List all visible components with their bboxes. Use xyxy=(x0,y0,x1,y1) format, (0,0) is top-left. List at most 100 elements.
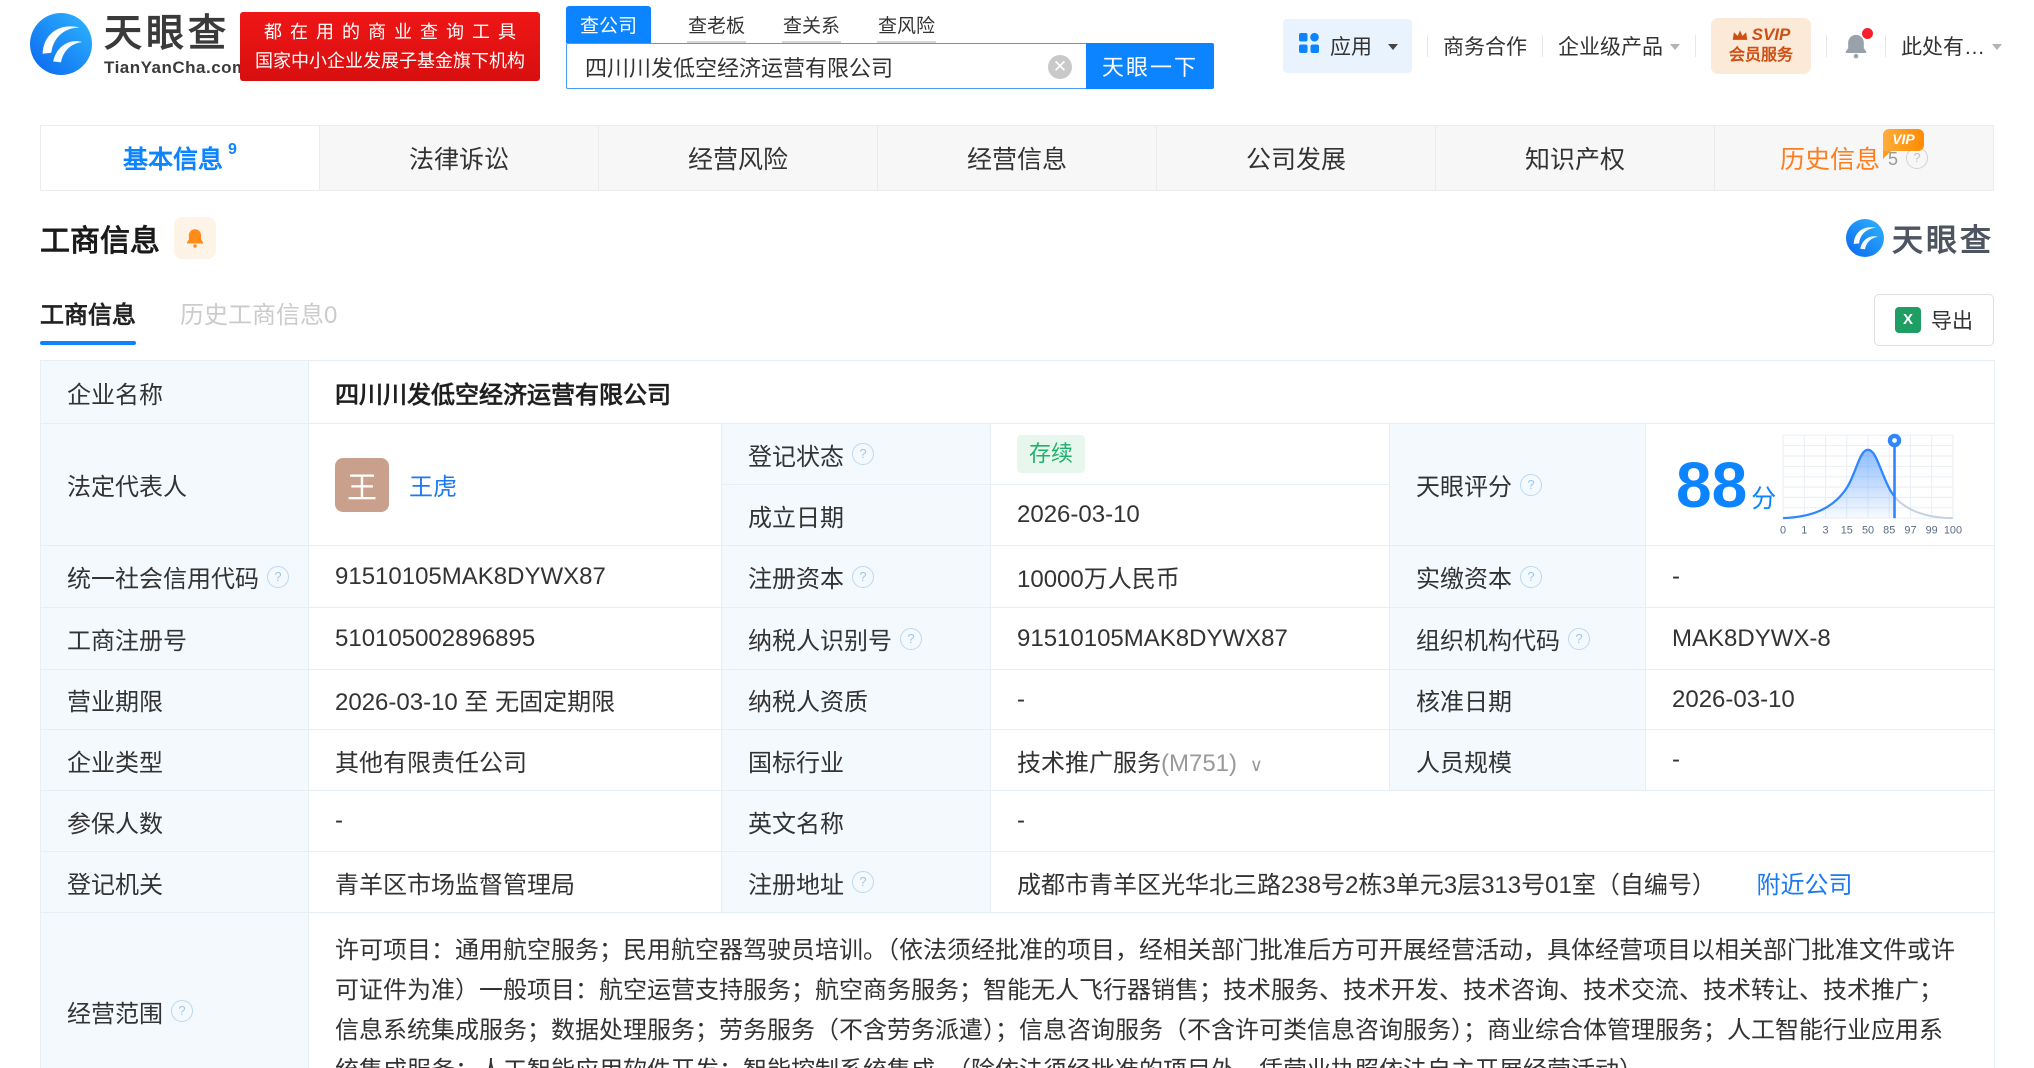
slogan-line1: 都在用的商业查询工具 xyxy=(264,21,524,42)
help-icon[interactable]: ? xyxy=(852,871,874,893)
search-tab-company[interactable]: 查公司 xyxy=(566,6,652,43)
table-row: 参保人数 - 英文名称 - xyxy=(40,790,1996,852)
tianyan-score: 88 分 0 1 3 15 50 85 97 99 100 xyxy=(1672,427,1994,543)
clear-search-icon[interactable]: ✕ xyxy=(1048,55,1072,79)
apps-menu-button[interactable]: 应用 xyxy=(1283,19,1412,73)
logo-title: 天眼查 xyxy=(104,13,231,56)
nav-business-cooperation[interactable]: 商务合作 xyxy=(1443,31,1527,61)
site-header: 天眼查 TianYanCha.com 都在用的商业查询工具 国家中小企业发展子基… xyxy=(0,0,2034,92)
english-name-label: 英文名称 xyxy=(721,790,991,852)
help-icon[interactable]: ? xyxy=(171,1000,193,1022)
legal-rep-link[interactable]: 王虎 xyxy=(409,467,457,502)
slogan-line2: 国家中小企业发展子基金旗下机构 xyxy=(255,50,525,71)
help-icon[interactable]: ? xyxy=(1520,473,1542,496)
help-icon[interactable]: ? xyxy=(1568,627,1590,650)
reg-capital-label: 注册资本? xyxy=(721,545,991,608)
industry: 技术推广服务(M751) ∨ xyxy=(990,729,1390,791)
export-button[interactable]: X 导出 xyxy=(1874,294,1994,346)
taxpayer-id: 91510105MAK8DYWX87 xyxy=(990,607,1390,670)
slogan-badge: 都在用的商业查询工具 国家中小企业发展子基金旗下机构 xyxy=(240,12,540,81)
address-cell: 成都市青羊区光华北三路238号2栋3单元3层313号01室（自编号） 附近公司 xyxy=(989,851,1996,913)
tab-operating-info[interactable]: 经营信息 xyxy=(878,126,1157,190)
nav-enterprise-products[interactable]: 企业级产品 xyxy=(1558,31,1680,61)
table-row: 工商注册号 510105002896895 纳税人识别号? 91510105MA… xyxy=(40,607,1996,670)
taxpayer-id-label: 纳税人识别号? xyxy=(721,607,991,670)
business-scope-label: 经营范围? xyxy=(40,912,309,1068)
paid-capital: - xyxy=(1644,545,1996,608)
insured-count: - xyxy=(308,790,722,852)
help-icon[interactable]: ? xyxy=(852,443,874,465)
tab-operating-risk[interactable]: 经营风险 xyxy=(599,126,878,190)
approval-date: 2026-03-10 xyxy=(1644,669,1996,730)
svg-text:15: 15 xyxy=(1841,524,1853,536)
score-unit: 分 xyxy=(1751,484,1777,513)
help-icon[interactable]: ? xyxy=(900,627,922,650)
industry-code: (M751) xyxy=(1161,749,1238,777)
industry-label: 国标行业 xyxy=(721,729,991,791)
tab-basic-info[interactable]: 基本信息 9 xyxy=(41,126,320,190)
nav-account-menu[interactable]: 此处有… xyxy=(1901,31,2002,61)
business-term: 2026-03-10 至 无固定期限 xyxy=(308,669,722,730)
svip-sublabel: 会员服务 xyxy=(1728,46,1793,64)
notification-bell-icon[interactable] xyxy=(1842,28,1873,60)
staff-size: - xyxy=(1644,729,1996,791)
svg-text:85: 85 xyxy=(1883,524,1895,536)
crown-icon xyxy=(1732,30,1747,40)
svip-member-badge[interactable]: SVIP 会员服务 xyxy=(1711,18,1811,74)
svg-text:50: 50 xyxy=(1862,524,1874,536)
subtab-business-info[interactable]: 工商信息 xyxy=(40,295,136,345)
score-distribution-chart: 0 1 3 15 50 85 97 99 100 xyxy=(1780,433,1962,536)
watermark-logo: 天眼查 xyxy=(1846,215,1994,260)
notification-dot xyxy=(1862,28,1873,39)
help-icon[interactable]: ? xyxy=(1520,565,1542,588)
tab-count: 9 xyxy=(228,141,237,158)
monitor-bell-button[interactable] xyxy=(174,216,216,259)
search-input[interactable] xyxy=(583,45,1027,89)
tab-company-development[interactable]: 公司发展 xyxy=(1157,126,1436,190)
table-row: 统一社会信用代码? 91510105MAK8DYWX87 注册资本? 10000… xyxy=(40,545,1996,608)
tab-history-info[interactable]: 历史信息 5 ? VIP xyxy=(1715,126,1993,190)
subtab-history-business-info[interactable]: 历史工商信息0 xyxy=(180,295,337,330)
help-icon[interactable]: ? xyxy=(267,565,289,588)
score-value: 88 xyxy=(1676,448,1748,521)
address-label: 注册地址? xyxy=(721,851,991,913)
divider xyxy=(1885,35,1886,57)
tab-label: 法律诉讼 xyxy=(408,146,509,174)
search-tab-boss[interactable]: 查老板 xyxy=(687,8,747,43)
tianyancha-logo[interactable]: 天眼查 TianYanCha.com xyxy=(30,13,248,80)
search-area: 查公司 查老板 查关系 查风险 ✕ 天眼一下 xyxy=(566,6,1214,89)
svg-text:3: 3 xyxy=(1823,524,1829,536)
nearby-companies-link[interactable]: 附近公司 xyxy=(1757,872,1853,899)
credit-code: 91510105MAK8DYWX87 xyxy=(308,545,722,608)
avatar[interactable]: 王 xyxy=(335,457,389,512)
search-button[interactable]: 天眼一下 xyxy=(1086,43,1214,89)
reg-authority-label: 登记机关 xyxy=(40,851,309,913)
logo-subtitle: TianYanCha.com xyxy=(104,57,248,77)
chevron-expand-icon[interactable]: ∨ xyxy=(1250,755,1263,775)
tab-label: 历史信息 xyxy=(1779,146,1880,174)
insured-label: 参保人数 xyxy=(40,790,309,852)
detail-tabbar: 基本信息 9 法律诉讼 经营风险 经营信息 公司发展 知识产权 历史信息 5 ?… xyxy=(40,125,1994,191)
staff-size-label: 人员规模 xyxy=(1389,729,1646,791)
tab-label: 公司发展 xyxy=(1245,146,1346,174)
divider xyxy=(1826,35,1827,57)
page: 天眼查 TianYanCha.com 都在用的商业查询工具 国家中小企业发展子基… xyxy=(0,0,2034,1068)
tab-legal-proceedings[interactable]: 法律诉讼 xyxy=(320,126,599,190)
paid-capital-label: 实缴资本? xyxy=(1389,545,1646,608)
chevron-down-icon xyxy=(1992,43,2002,55)
tab-intellectual-property[interactable]: 知识产权 xyxy=(1436,126,1715,190)
section-header: 工商信息 天眼查 xyxy=(40,215,1994,260)
bell-icon xyxy=(186,228,204,248)
help-icon[interactable]: ? xyxy=(852,565,874,588)
header-nav: 应用 商务合作 企业级产品 SVIP 会员服务 此处有… xyxy=(1283,0,2002,92)
section-title: 工商信息 xyxy=(40,224,160,258)
divider xyxy=(1542,35,1543,57)
establish-date: 2026-03-10 xyxy=(990,484,1390,546)
excel-icon: X xyxy=(1895,307,1921,333)
tab-label: 经营信息 xyxy=(966,146,1067,174)
legal-rep-label: 法定代表人 xyxy=(40,423,309,546)
search-tab-risk[interactable]: 查风险 xyxy=(877,8,937,43)
table-row: 营业期限 2026-03-10 至 无固定期限 纳税人资质 - 核准日期 202… xyxy=(40,669,1996,730)
search-tab-relation[interactable]: 查关系 xyxy=(782,8,842,43)
divider xyxy=(1427,35,1428,57)
